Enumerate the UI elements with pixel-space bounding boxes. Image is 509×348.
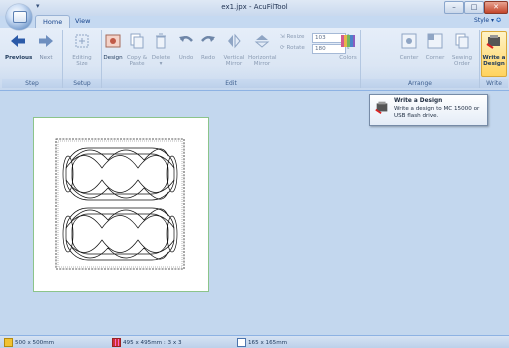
application-icon <box>13 11 27 23</box>
status-bar: 500 x 500mm 495 x 495mm : 3 x 3 165 x 16… <box>0 335 509 348</box>
group-label-edit: Edit <box>102 79 360 88</box>
corner-label: Corner <box>425 54 445 61</box>
rotate-icon: ⟳ <box>280 45 285 51</box>
vertical-mirror-label: Vertical Mirror <box>223 54 245 68</box>
ribbon-group-edit: Design Copy & Paste Delete ▾ Undo Redo V… <box>102 30 361 88</box>
colors-icon <box>341 35 355 47</box>
vertical-mirror-icon <box>228 33 241 49</box>
undo-button[interactable]: Undo <box>176 32 196 61</box>
write-design-tooltip-icon <box>375 101 388 114</box>
minimize-button[interactable]: – <box>444 1 464 14</box>
group-label-write: Write <box>480 79 508 88</box>
copy-paste-label: Copy & Paste <box>126 54 148 68</box>
close-button[interactable]: ✕ <box>484 1 508 14</box>
rotate-label: Rotate <box>286 45 305 51</box>
status-hoop-text: 500 x 500mm <box>15 340 55 346</box>
design-icon <box>105 34 121 48</box>
tooltip-text: Write a design to MC 15000 or USB flash … <box>394 106 480 119</box>
redo-label: Redo <box>200 54 216 61</box>
ribbon: Previous Next Step Editing Size Setup De… <box>0 28 509 91</box>
sewing-order-button[interactable]: Sewing Order <box>449 32 475 68</box>
corner-icon <box>427 33 443 49</box>
redo-button[interactable]: Redo <box>198 32 218 61</box>
application-menu-button[interactable] <box>6 4 32 30</box>
delete-button[interactable]: Delete ▾ <box>150 32 172 68</box>
write-design-button[interactable]: Write a Design <box>481 31 507 77</box>
title-bar: ▾ ex1.jpx - AcuFilTool – □ ✕ <box>0 0 509 30</box>
help-icon[interactable]: ✪ <box>496 17 501 24</box>
sewing-order-icon <box>455 33 469 49</box>
editing-size-button[interactable]: Editing Size <box>68 32 96 68</box>
editing-size-icon <box>75 34 89 48</box>
group-label-arrange: Arrange <box>361 79 479 88</box>
arrow-right-icon <box>39 35 53 47</box>
ribbon-group-step: Previous Next Step <box>2 30 63 88</box>
undo-icon <box>179 36 193 42</box>
write-design-tooltip: Write a Design Write a design to MC 1500… <box>369 94 488 126</box>
write-design-label: Write a Design <box>482 54 506 68</box>
ribbon-group-arrange: Center Corner Sewing Order Arrange <box>361 30 480 88</box>
tooltip-title: Write a Design <box>394 98 443 104</box>
copy-paste-button[interactable]: Copy & Paste <box>126 32 148 68</box>
editing-size-label: Editing Size <box>72 54 92 68</box>
trash-icon <box>156 33 166 49</box>
quilting-design[interactable] <box>34 118 208 291</box>
horizontal-mirror-label: Horizontal Mirror <box>248 54 277 68</box>
window-title: ex1.jpx - AcuFilTool <box>221 3 288 11</box>
ribbon-group-write: Write a Design Write <box>480 30 508 88</box>
colors-button[interactable]: Colors <box>338 32 358 61</box>
group-label-setup: Setup <box>63 79 101 88</box>
design-workspace[interactable] <box>0 91 509 335</box>
style-menu-label: Style ▾ <box>474 17 495 24</box>
center-label: Center <box>399 54 419 61</box>
maximize-button[interactable]: □ <box>464 1 484 14</box>
delete-label: Delete ▾ <box>151 54 171 68</box>
tab-home[interactable]: Home <box>35 15 71 28</box>
style-menu[interactable]: Style ▾ ✪ <box>474 17 501 24</box>
design-size-icon <box>237 338 246 347</box>
status-hoop-size: 500 x 500mm <box>4 338 55 347</box>
undo-label: Undo <box>178 54 194 61</box>
status-design-size: 165 x 165mm <box>237 338 288 347</box>
next-button[interactable]: Next <box>33 32 59 61</box>
design-label: Design <box>103 54 123 61</box>
previous-label: Previous <box>5 54 33 61</box>
colors-label: Colors <box>339 54 357 61</box>
previous-button[interactable]: Previous <box>5 32 33 61</box>
sewing-order-label: Sewing Order <box>451 54 473 68</box>
copy-icon <box>130 33 144 49</box>
grid-icon <box>112 338 121 347</box>
horizontal-mirror-icon <box>254 35 270 48</box>
design-button[interactable]: Design <box>102 32 124 61</box>
write-design-icon <box>486 35 500 49</box>
hoop-icon <box>4 338 13 347</box>
status-grid-size: 495 x 495mm : 3 x 3 <box>112 338 182 347</box>
center-icon <box>401 33 417 49</box>
center-button[interactable]: Center <box>397 32 421 61</box>
tab-view[interactable]: View <box>68 15 97 27</box>
vertical-mirror-button[interactable]: Vertical Mirror <box>222 32 246 68</box>
corner-button[interactable]: Corner <box>423 32 447 61</box>
group-label-step: Step <box>2 79 62 88</box>
resize-icon: ⇲ <box>280 34 285 40</box>
status-grid-text: 495 x 495mm : 3 x 3 <box>123 340 182 346</box>
next-label: Next <box>39 54 53 61</box>
status-design-text: 165 x 165mm <box>248 340 288 346</box>
rotate-control: ⟳ Rotate ⇕ <box>280 44 351 54</box>
resize-control: ⇲ Resize ⇕ <box>280 33 351 43</box>
arrow-left-icon <box>11 35 25 47</box>
horizontal-mirror-button[interactable]: Horizontal Mirror <box>248 32 277 68</box>
hoop-area[interactable] <box>33 117 209 292</box>
redo-icon <box>201 36 215 42</box>
resize-label: Resize <box>286 34 305 40</box>
ribbon-group-setup: Editing Size Setup <box>63 30 102 88</box>
